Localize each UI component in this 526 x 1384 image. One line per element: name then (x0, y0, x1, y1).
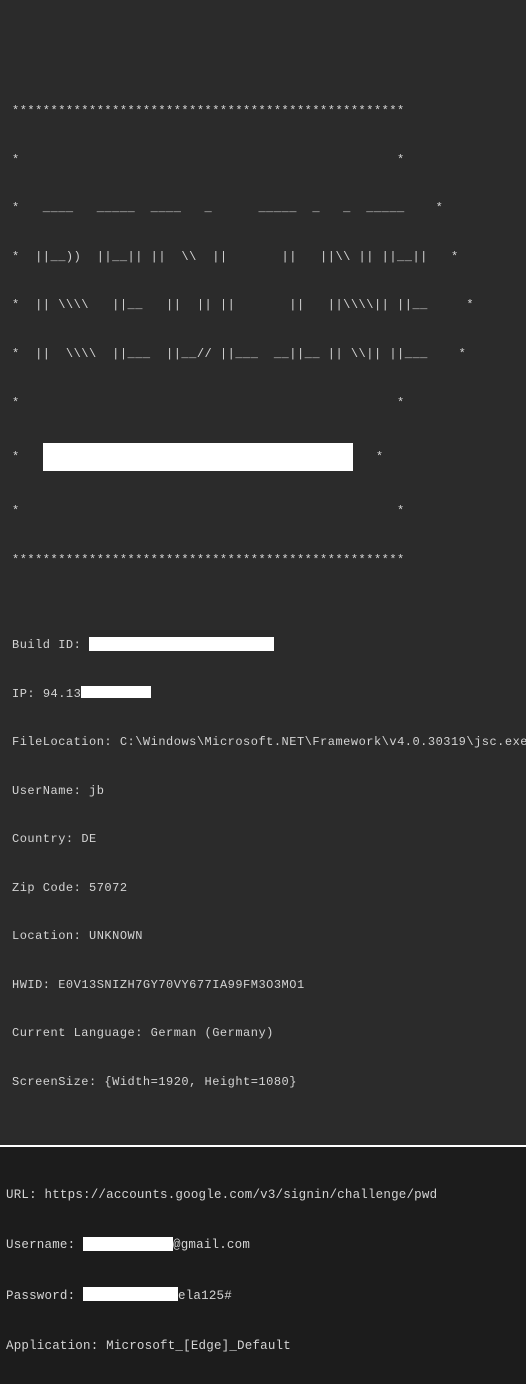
ip-row: IP: 94.13 (12, 686, 518, 702)
banner-blank-row: * * (12, 395, 518, 411)
redaction-block (83, 1237, 173, 1251)
redaction-block (83, 1287, 178, 1301)
ascii-art-row: * || \\\\ ||___ ||__// ||___ __||__ || \… (12, 346, 518, 362)
banner-border-top: ****************************************… (12, 103, 518, 119)
ascii-art-row: * ____ _____ ____ _ _____ _ _ _____ * (12, 200, 518, 216)
ascii-art-row: * ||__)) ||__|| || \\ || || ||\\ || ||__… (12, 249, 518, 265)
banner-blank-row: * * (12, 152, 518, 168)
file-location-row: FileLocation: C:\Windows\Microsoft.NET\F… (12, 734, 518, 750)
redaction-block (81, 686, 151, 698)
cred-username-row: Username: @gmail.com (6, 1237, 518, 1254)
banner-blank-row: * * (12, 503, 518, 519)
cred-url-row: URL: https://accounts.google.com/v3/sign… (6, 1187, 518, 1204)
zip-row: Zip Code: 57072 (12, 880, 518, 896)
location-row: Location: UNKNOWN (12, 928, 518, 944)
username-row: UserName: jb (12, 783, 518, 799)
system-info-panel: ****************************************… (0, 65, 526, 1113)
hwid-row: HWID: E0V13SNIZH7GY70VY677IA99FM3O3MO1 (12, 977, 518, 993)
screensize-row: ScreenSize: {Width=1920, Height=1080} (12, 1074, 518, 1090)
language-row: Current Language: German (Germany) (12, 1025, 518, 1041)
build-id-row: Build ID: (12, 637, 518, 653)
cred-app-row: Application: Microsoft_[Edge]_Default (6, 1338, 518, 1355)
redaction-block (43, 443, 353, 471)
ascii-art-row: * || \\\\ ||__ || || || || ||\\\\|| ||__… (12, 297, 518, 313)
credentials-panel: URL: https://accounts.google.com/v3/sign… (0, 1145, 526, 1384)
country-row: Country: DE (12, 831, 518, 847)
banner-border-bottom: ****************************************… (12, 552, 518, 568)
redaction-block (89, 637, 274, 651)
banner-redacted-row: * * (12, 443, 518, 471)
cred-password-row: Password: ela125# (6, 1288, 518, 1305)
